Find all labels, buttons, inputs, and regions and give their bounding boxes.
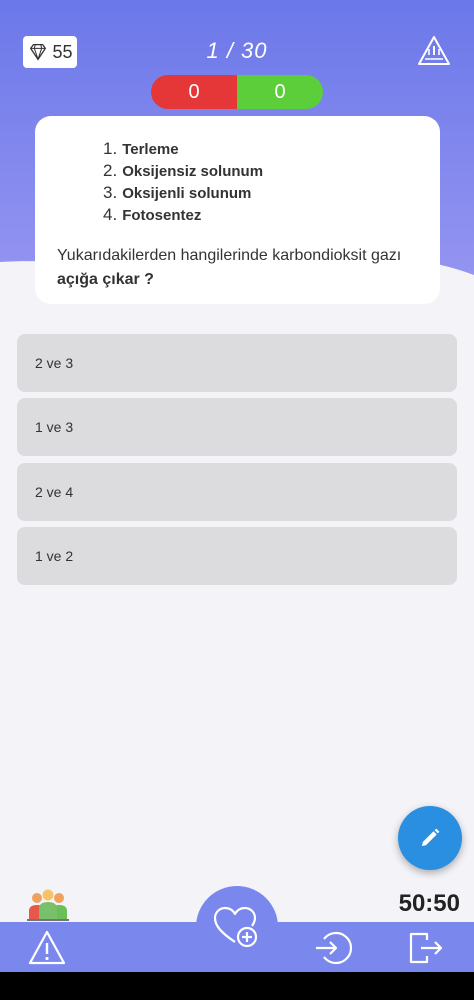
question-prompt: Yukarıdakilerden hangilerinde karbondiok…	[57, 247, 402, 288]
statement-item: 3. Oksijenli solunum	[103, 183, 252, 202]
answer-option-a[interactable]: 2 ve 3	[17, 334, 457, 392]
warning-icon[interactable]	[27, 929, 67, 967]
right-count: 0	[237, 75, 323, 109]
people-icon[interactable]	[27, 887, 69, 921]
answer-option-b[interactable]: 1 ve 3	[17, 398, 457, 456]
question-progress: 1 / 30	[206, 38, 268, 63]
statement-item: 1. Terleme	[103, 139, 179, 158]
score-pill: 0 0	[151, 75, 323, 109]
edit-button[interactable]	[398, 806, 462, 870]
statement-item: 4. Fotosentez	[103, 205, 202, 224]
answer-option-c[interactable]: 2 ve 4	[17, 463, 457, 521]
statement-item: 2. Oksijensiz solunum	[103, 161, 264, 180]
answer-option-d[interactable]: 1 ve 2	[17, 527, 457, 585]
sign-in-icon[interactable]	[312, 929, 352, 967]
wrong-count: 0	[151, 75, 237, 109]
warning-icon[interactable]	[416, 34, 452, 68]
countdown-timer: 50:50	[398, 890, 460, 917]
heart-plus-icon	[213, 906, 258, 948]
sign-out-icon[interactable]	[405, 929, 445, 967]
system-nav-bar	[0, 972, 474, 1000]
statement-list: 1. Terleme 2. Oksijensiz solunum 3. Oksi…	[103, 138, 416, 226]
question-card: 1. Terleme 2. Oksijensiz solunum 3. Oksi…	[35, 116, 440, 304]
add-life-button[interactable]	[196, 886, 278, 968]
pencil-icon	[422, 828, 440, 846]
